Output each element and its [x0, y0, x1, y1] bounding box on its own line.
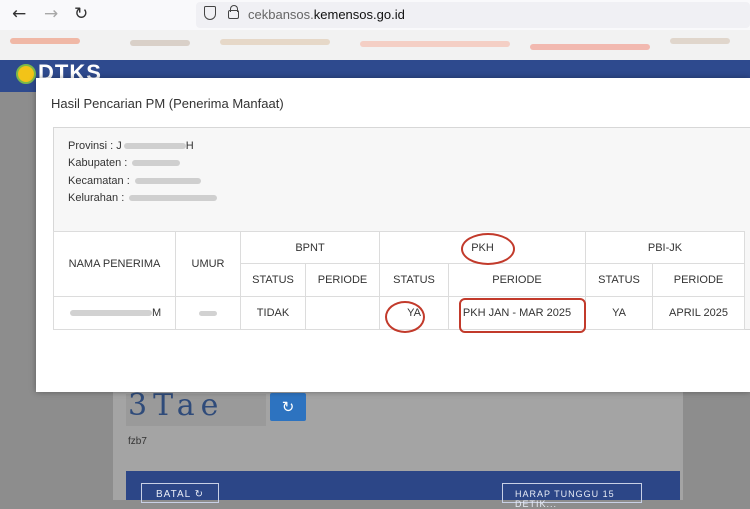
reload-icon: ↻: [194, 489, 204, 500]
info-kelurahan: Kelurahan :: [68, 192, 218, 204]
header-pbi-status: STATUS: [585, 263, 653, 297]
captcha-code-value: fzb7: [128, 436, 147, 447]
cancel-button[interactable]: BATAL ↻: [141, 483, 219, 503]
url-text[interactable]: cekbansos.kemensos.go.id: [248, 7, 405, 22]
lock-icon[interactable]: [228, 5, 239, 19]
cell-pbi-periode: APRIL 2025: [652, 296, 745, 330]
reload-icon[interactable]: ↻: [74, 3, 88, 25]
header-umur: UMUR: [175, 231, 241, 297]
header-bpnt: BPNT: [240, 231, 380, 264]
forward-arrow-icon[interactable]: →: [44, 3, 58, 25]
modal-title: Hasil Pencarian PM (Penerima Manfaat): [51, 96, 284, 111]
annotation-circle-ya: [385, 301, 425, 333]
captcha-image-text: 3Tae: [128, 388, 225, 423]
blurred-bookmarks-bar: [0, 30, 750, 60]
cell-nama-penerima: M: [53, 296, 176, 330]
cell-pbi-status: YA: [585, 296, 653, 330]
header-nama-penerima: NAMA PENERIMA: [53, 231, 176, 297]
shield-icon[interactable]: [204, 6, 216, 20]
header-pbi-periode: PERIODE: [652, 263, 745, 297]
header-pkh-periode: PERIODE: [448, 263, 586, 297]
annotation-circle-pkh: [461, 233, 515, 265]
info-kabupaten: Kabupaten :: [68, 157, 181, 169]
info-provinsi: Provinsi : JH: [68, 140, 194, 152]
header-bpnt-periode: PERIODE: [305, 263, 380, 297]
wait-button[interactable]: HARAP TUNGGU 15 DETIK...: [502, 483, 642, 509]
header-pkh-status: STATUS: [379, 263, 449, 297]
cell-umur: [175, 296, 241, 330]
annotation-box-pkh-periode: [459, 298, 586, 333]
header-pbi-jk: PBI-JK: [585, 231, 745, 264]
dtks-logo-icon: [16, 64, 36, 84]
cell-bpnt-periode: [305, 296, 380, 330]
cell-bpnt-status: TIDAK: [240, 296, 306, 330]
header-bpnt-status: STATUS: [240, 263, 306, 297]
info-kecamatan: Kecamatan :: [68, 175, 201, 187]
back-arrow-icon[interactable]: ←: [12, 3, 26, 25]
refresh-icon: ↻: [281, 398, 295, 416]
refresh-captcha-button[interactable]: ↻: [270, 393, 306, 421]
